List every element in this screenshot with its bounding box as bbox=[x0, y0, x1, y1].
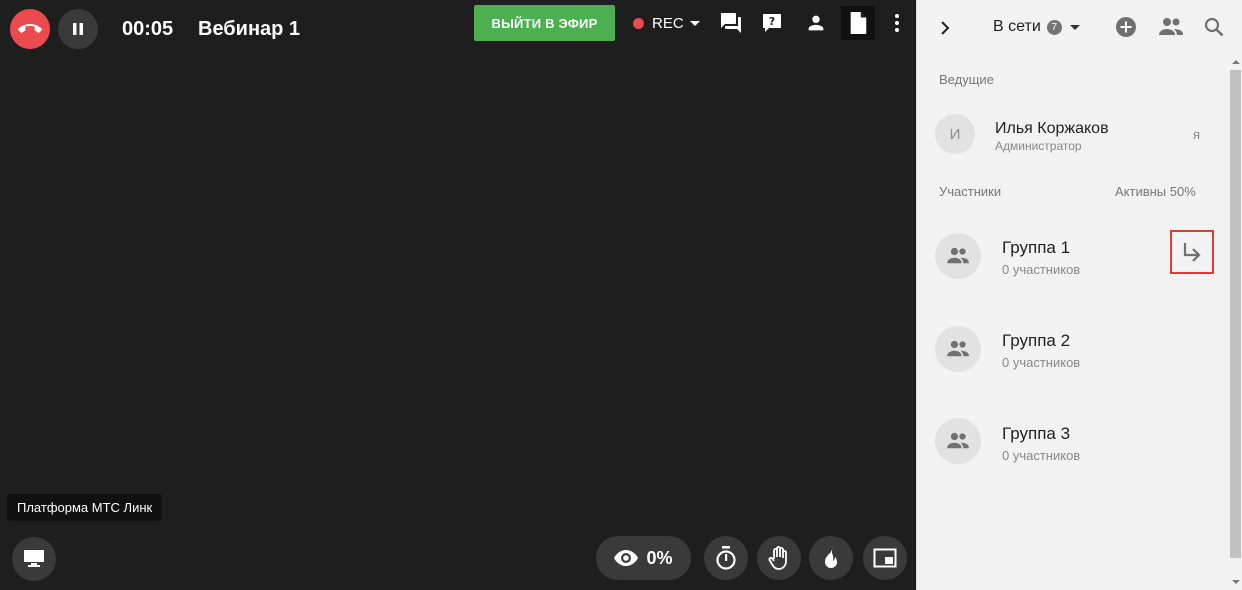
files-button[interactable] bbox=[841, 6, 875, 40]
group-icon bbox=[947, 432, 969, 449]
chat-button[interactable] bbox=[714, 6, 748, 40]
raise-hand-button[interactable] bbox=[757, 536, 801, 580]
go-live-button[interactable]: ВЫЙТИ В ЭФИР bbox=[474, 5, 615, 41]
participants-section-title: Участники bbox=[939, 184, 1002, 199]
stopwatch-icon bbox=[716, 546, 736, 570]
file-icon bbox=[850, 12, 867, 34]
hosts-section-title: Ведущие bbox=[939, 72, 994, 87]
record-label: REC bbox=[652, 14, 684, 32]
group-avatar bbox=[935, 418, 981, 464]
pip-icon bbox=[873, 548, 897, 568]
hand-icon bbox=[768, 546, 787, 570]
group-name: Группа 1 bbox=[1002, 238, 1071, 257]
search-icon bbox=[1204, 17, 1224, 37]
reactions-button[interactable] bbox=[809, 536, 853, 580]
viewers-indicator[interactable]: 0% bbox=[596, 536, 691, 580]
group-icon bbox=[947, 247, 969, 264]
phone-hangup-icon bbox=[18, 24, 42, 33]
group-name: Группа 3 bbox=[1002, 424, 1071, 443]
search-button[interactable] bbox=[1202, 15, 1226, 39]
question-icon: ? bbox=[763, 14, 781, 32]
online-label: В сети bbox=[993, 18, 1041, 35]
more-menu-button[interactable] bbox=[887, 6, 907, 40]
screen-share-button[interactable] bbox=[12, 537, 56, 581]
end-call-button[interactable] bbox=[10, 9, 50, 49]
caret-down-icon bbox=[1069, 24, 1080, 30]
active-percent-label: Активны 50% bbox=[1115, 184, 1196, 199]
panel-scrollbar[interactable] bbox=[1229, 58, 1242, 590]
timer-button[interactable] bbox=[704, 536, 748, 580]
fire-icon bbox=[825, 546, 837, 568]
scroll-down-icon[interactable] bbox=[1232, 580, 1240, 584]
participants-panel: В сети 7 Ведущие И Илья Коржаков Админис… bbox=[916, 0, 1242, 590]
person-icon bbox=[808, 15, 824, 31]
chat-icon bbox=[721, 13, 741, 33]
group-avatar bbox=[935, 233, 981, 279]
top-toolbar: 00:05 Вебинар 1 ВЫЙТИ В ЭФИР REC ? bbox=[0, 0, 916, 56]
collapse-panel-button[interactable] bbox=[933, 16, 957, 40]
more-vertical-icon bbox=[895, 14, 899, 32]
pause-icon bbox=[73, 23, 83, 35]
panel-header: В сети 7 bbox=[917, 0, 1242, 54]
questions-button[interactable]: ? bbox=[755, 6, 789, 40]
groups-button[interactable] bbox=[1157, 15, 1185, 39]
participants-button[interactable] bbox=[799, 6, 833, 40]
video-stage: 00:05 Вебинар 1 ВЫЙТИ В ЭФИР REC ? Платф… bbox=[0, 0, 916, 590]
record-dropdown[interactable]: REC bbox=[633, 13, 700, 33]
platform-tooltip: Платформа МТС Линк bbox=[7, 494, 163, 521]
viewers-percent: 0% bbox=[646, 547, 673, 568]
group-count: 0 участников bbox=[1002, 262, 1081, 277]
record-dot-icon bbox=[633, 17, 644, 29]
add-circle-icon bbox=[1116, 17, 1136, 37]
host-name: Илья Коржаков bbox=[995, 120, 1109, 137]
scroll-thumb[interactable] bbox=[1230, 70, 1241, 558]
me-label: я bbox=[1193, 127, 1201, 142]
group-icon bbox=[1159, 18, 1183, 35]
enter-group-button[interactable] bbox=[1170, 230, 1214, 274]
picture-in-picture-button[interactable] bbox=[863, 536, 907, 580]
group-name: Группа 2 bbox=[1002, 331, 1071, 350]
arrow-turn-right-icon bbox=[1183, 243, 1201, 262]
pause-button[interactable] bbox=[58, 9, 98, 49]
group-icon bbox=[947, 340, 969, 357]
chevron-right-icon bbox=[941, 21, 950, 35]
group-count: 0 участников bbox=[1002, 448, 1081, 463]
online-count-badge: 7 bbox=[1046, 19, 1062, 35]
group-count: 0 участников bbox=[1002, 355, 1081, 370]
add-button[interactable] bbox=[1114, 15, 1138, 39]
avatar: И bbox=[935, 114, 975, 154]
eye-icon bbox=[614, 550, 639, 566]
group-avatar bbox=[935, 326, 981, 372]
online-filter-dropdown[interactable]: В сети 7 bbox=[993, 18, 1080, 36]
scroll-up-icon[interactable] bbox=[1232, 60, 1240, 64]
monitor-icon bbox=[24, 550, 44, 567]
webinar-title: Вебинар 1 bbox=[198, 18, 301, 40]
svg-text:?: ? bbox=[769, 15, 775, 28]
host-role: Администратор bbox=[995, 139, 1082, 153]
session-timer: 00:05 bbox=[122, 18, 174, 40]
caret-down-icon bbox=[689, 20, 700, 26]
